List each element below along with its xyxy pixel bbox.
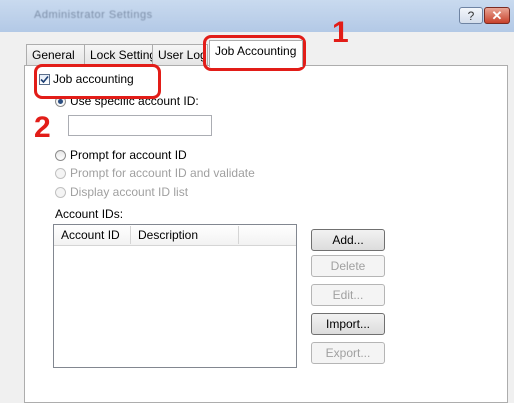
export-button[interactable]: Export... bbox=[311, 342, 385, 364]
account-ids-label: Account IDs: bbox=[55, 207, 124, 221]
column-description[interactable]: Description bbox=[138, 225, 198, 245]
tab-lock-settings[interactable]: Lock Settings bbox=[84, 44, 153, 66]
close-button[interactable]: ✕ bbox=[484, 7, 510, 24]
tab-job-accounting-label: Job Accounting bbox=[215, 44, 297, 58]
help-button[interactable]: ? bbox=[459, 7, 483, 24]
add-button[interactable]: Add... bbox=[311, 229, 385, 251]
window-title: Administrator Settings bbox=[34, 9, 153, 21]
tab-general[interactable]: General bbox=[26, 44, 85, 66]
radio-prompt-and-validate[interactable] bbox=[55, 168, 66, 179]
account-id-input[interactable] bbox=[68, 115, 212, 136]
prompt-account-id-label: Prompt for account ID bbox=[70, 148, 187, 162]
display-id-list-label: Display account ID list bbox=[70, 185, 189, 199]
radio-prompt-account-id[interactable] bbox=[55, 150, 66, 161]
column-separator bbox=[130, 226, 131, 244]
radio-display-id-list[interactable] bbox=[55, 187, 66, 198]
prompt-and-validate-label: Prompt for account ID and validate bbox=[70, 166, 255, 180]
tab-job-accounting[interactable]: Job Accounting bbox=[209, 40, 303, 67]
tab-user-log[interactable]: User Log bbox=[152, 44, 208, 66]
column-separator bbox=[238, 226, 239, 244]
step-2-label: 2 bbox=[34, 111, 51, 144]
import-button[interactable]: Import... bbox=[311, 313, 385, 335]
checkbox-highlight-box bbox=[34, 64, 161, 99]
radio-selected-dot bbox=[58, 99, 63, 104]
column-account-id[interactable]: Account ID bbox=[61, 225, 120, 245]
edit-button[interactable]: Edit... bbox=[311, 284, 385, 306]
step-1-label: 1 bbox=[332, 16, 349, 49]
delete-button[interactable]: Delete bbox=[311, 255, 385, 277]
